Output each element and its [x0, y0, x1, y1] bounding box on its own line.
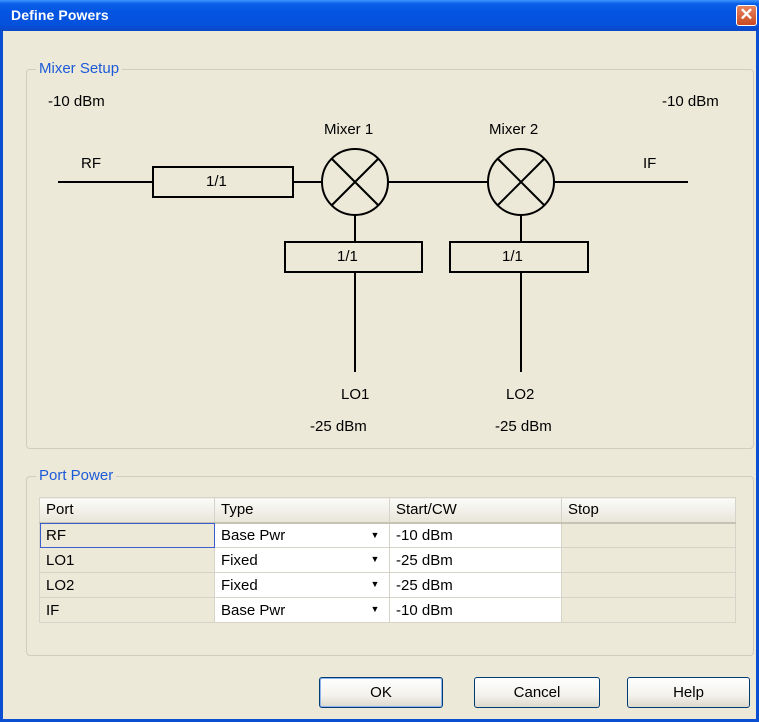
rf-power-label: -10 dBm	[48, 93, 105, 110]
type-select[interactable]: Base Pwr ▼	[214, 597, 390, 623]
dropdown-arrow-icon[interactable]: ▼	[363, 550, 387, 569]
type-select[interactable]: Fixed ▼	[214, 547, 390, 573]
table-header-row: Port Type Start/CW Stop	[39, 497, 736, 524]
type-select[interactable]: Fixed ▼	[214, 572, 390, 598]
stop-cell	[561, 547, 736, 573]
if-power-label: -10 dBm	[662, 93, 719, 110]
type-value: Base Pwr	[221, 601, 286, 619]
type-select[interactable]: Base Pwr ▼	[214, 522, 390, 548]
lo1-power-label: -25 dBm	[310, 418, 367, 435]
rf-filter-ratio: 1/1	[206, 173, 227, 190]
start-input[interactable]: -25 dBm	[389, 547, 562, 573]
column-header-port[interactable]: Port	[39, 497, 215, 524]
type-value: Fixed	[221, 551, 258, 569]
table-row: RF Base Pwr ▼ -10 dBm	[39, 522, 736, 548]
ok-button[interactable]: OK	[319, 677, 443, 708]
column-header-type[interactable]: Type	[214, 497, 390, 524]
help-button[interactable]: Help	[627, 677, 750, 708]
column-header-stop[interactable]: Stop	[561, 497, 736, 524]
start-input[interactable]: -25 dBm	[389, 572, 562, 598]
lo1-label: LO1	[341, 386, 370, 403]
lo2-power-label: -25 dBm	[495, 418, 552, 435]
stop-cell	[561, 522, 736, 548]
column-header-start[interactable]: Start/CW	[389, 497, 562, 524]
port-power-table: Port Type Start/CW Stop RF Base Pwr ▼ -10…	[39, 497, 736, 623]
start-input[interactable]: -10 dBm	[389, 597, 562, 623]
cancel-button[interactable]: Cancel	[474, 677, 600, 708]
table-row: LO2 Fixed ▼ -25 dBm	[39, 572, 736, 598]
rf-label: RF	[81, 155, 101, 172]
lo2-filter-ratio: 1/1	[502, 248, 523, 265]
port-cell[interactable]: LO1	[39, 547, 215, 573]
define-powers-dialog: Define Powers ✕ Mixer Setup -10 dBm -10 …	[0, 0, 759, 722]
port-cell[interactable]: RF	[39, 522, 215, 548]
type-value: Base Pwr	[221, 526, 286, 544]
mixer1-label: Mixer 1	[324, 121, 374, 138]
stop-cell	[561, 597, 736, 623]
mixer-diagram	[58, 148, 688, 372]
port-power-legend: Port Power	[36, 467, 117, 484]
table-row: IF Base Pwr ▼ -10 dBm	[39, 597, 736, 623]
table-row: LO1 Fixed ▼ -25 dBm	[39, 547, 736, 573]
if-label: IF	[643, 155, 657, 172]
port-cell[interactable]: LO2	[39, 572, 215, 598]
port-cell[interactable]: IF	[39, 597, 215, 623]
type-value: Fixed	[221, 576, 258, 594]
lo2-label: LO2	[506, 386, 535, 403]
start-input[interactable]: -10 dBm	[389, 522, 562, 548]
mixer2-label: Mixer 2	[489, 121, 539, 138]
dropdown-arrow-icon[interactable]: ▼	[363, 600, 387, 619]
dropdown-arrow-icon[interactable]: ▼	[363, 575, 387, 594]
dropdown-arrow-icon[interactable]: ▼	[363, 525, 387, 545]
lo1-filter-ratio: 1/1	[337, 248, 358, 265]
stop-cell	[561, 572, 736, 598]
